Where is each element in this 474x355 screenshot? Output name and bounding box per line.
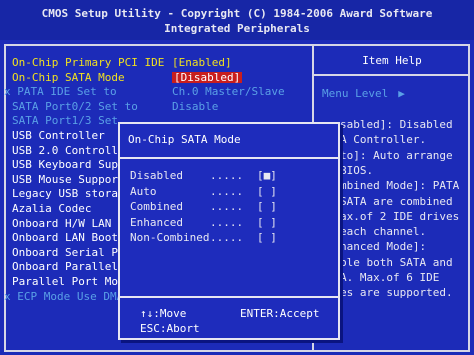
help-divider — [314, 74, 470, 76]
menu-level-label: Menu Level — [322, 87, 389, 100]
setting-label: ECP Mode Use DMA — [17, 289, 124, 303]
page-title: Integrated Peripherals — [164, 22, 310, 35]
option-radio[interactable]: [ ] — [257, 201, 277, 212]
setting-row[interactable]: x ECP Mode Use DMA — [4, 291, 123, 302]
help-line: hanced Mode]: — [340, 240, 427, 254]
dialog-option[interactable]: Non-Combined..... [ ] — [130, 231, 277, 245]
help-line: ax.of 2 IDE drives — [340, 209, 460, 223]
help-line: A Controller. — [340, 133, 427, 147]
app-title: CMOS Setup Utility - Copyright (C) 1984-… — [41, 7, 433, 20]
setting-row[interactable]: Onboard H/W LAN — [12, 218, 111, 229]
move-hint: ↑↓:Move — [140, 307, 187, 320]
setting-row[interactable]: USB Controller — [12, 130, 105, 141]
setting-row[interactable]: On-Chip Primary PCI IDE — [12, 57, 164, 68]
setting-label: SATA Port1/3 Set — [12, 114, 118, 128]
help-line: mbined Mode]: PATA — [340, 179, 460, 193]
setting-value-selected[interactable]: [Disabled] — [172, 71, 243, 83]
setting-row[interactable]: SATA Port0/2 Set to — [12, 101, 138, 112]
setting-row[interactable]: Azalia Codec — [12, 203, 91, 214]
setting-label: On-Chip SATA Mode — [12, 70, 125, 84]
setting-row[interactable]: Onboard Parallel — [12, 261, 118, 272]
setting-label: USB 2.0 Controlle — [12, 143, 125, 157]
option-label: Enhanced — [130, 215, 183, 229]
setting-label: Parallel Port Mod — [12, 275, 125, 288]
help-line: A. Max.of 6 IDE — [340, 271, 440, 284]
help-line: sabled]: Disabled — [340, 118, 453, 131]
setting-label: PATA IDE Set to — [17, 85, 117, 99]
item-help-title: Item Help — [362, 54, 422, 67]
help-line: SATA are combined — [340, 194, 453, 208]
dialog-footer-divider — [120, 296, 338, 298]
setting-value[interactable]: Disable — [172, 101, 218, 112]
setting-row[interactable]: Onboard Serial Po — [12, 247, 125, 258]
setting-row[interactable]: USB Mouse Support — [12, 174, 125, 185]
setting-row[interactable]: On-Chip SATA Mode — [12, 72, 125, 83]
option-label: Auto — [130, 184, 157, 198]
menu-level-arrow-icon: ▶ — [398, 87, 405, 100]
option-dots: ..... — [210, 231, 244, 245]
dialog-option[interactable]: Combined..... [ ] — [130, 200, 277, 214]
setting-row[interactable]: SATA Port1/3 Set — [12, 115, 118, 126]
help-line: es are supported. — [340, 286, 453, 300]
setting-label: USB Controller — [12, 129, 105, 142]
setting-label: On-Chip Primary PCI IDE — [12, 56, 165, 69]
dialog-option[interactable]: Disabled..... [■] — [130, 169, 277, 182]
enter-accept-hint: ENTER:Accept — [240, 307, 320, 320]
help-line: ble both SATA and — [340, 255, 453, 269]
option-radio[interactable]: [ ] — [257, 186, 277, 197]
option-radio-selected[interactable]: [■] — [257, 170, 277, 181]
setting-value[interactable]: Ch.0 Master/Slave — [172, 86, 285, 97]
option-label: Combined — [130, 200, 183, 214]
option-label: Disabled — [130, 169, 183, 182]
setting-label: Legacy USB storag — [12, 187, 125, 201]
option-radio[interactable]: [ ] — [257, 232, 277, 243]
setting-row[interactable]: USB 2.0 Controlle — [12, 145, 125, 156]
setting-row[interactable]: Legacy USB storag — [12, 188, 125, 199]
setting-row[interactable]: Onboard LAN Boot — [12, 232, 118, 243]
setting-row[interactable]: x PATA IDE Set to — [4, 86, 117, 97]
option-dots: ..... — [210, 215, 244, 229]
setting-label: USB Mouse Support — [12, 172, 125, 186]
sata-mode-dialog: On-Chip SATA Mode Disabled..... [■] Auto..… — [118, 122, 340, 340]
setting-label: Onboard Parallel — [12, 260, 118, 274]
option-label: Non-Combined — [130, 231, 210, 245]
option-radio[interactable]: [ ] — [257, 217, 277, 228]
setting-label: SATA Port0/2 Set to — [12, 99, 138, 113]
help-line: BIOS. — [340, 163, 374, 177]
esc-abort-hint: ESC:Abort — [140, 322, 200, 335]
help-line: each channel. — [340, 225, 427, 239]
dialog-option[interactable]: Enhanced..... [ ] — [130, 215, 277, 229]
setting-label: Onboard H/W LAN — [12, 216, 112, 230]
dialog-title: On-Chip SATA Mode — [128, 133, 241, 146]
disabled-marker: x — [4, 85, 18, 99]
dialog-option[interactable]: Auto..... [ ] — [130, 184, 277, 198]
setting-label: Azalia Codec — [12, 202, 92, 215]
disabled-marker: x — [4, 289, 18, 303]
dialog-title-divider — [120, 157, 338, 159]
option-dots: ..... — [210, 200, 244, 214]
setting-value[interactable]: [Enabled] — [172, 57, 232, 68]
menu-level: Menu Level ▶ — [322, 88, 405, 99]
setting-label: Onboard LAN Boot — [12, 231, 118, 245]
title-bar: CMOS Setup Utility - Copyright (C) 1984-… — [0, 0, 474, 40]
setting-row[interactable]: Parallel Port Mod — [12, 276, 125, 287]
option-dots: ..... — [210, 169, 244, 182]
help-line: to]: Auto arrange — [340, 148, 453, 162]
setting-label: Onboard Serial Po — [12, 245, 125, 259]
option-dots: ..... — [210, 184, 244, 198]
